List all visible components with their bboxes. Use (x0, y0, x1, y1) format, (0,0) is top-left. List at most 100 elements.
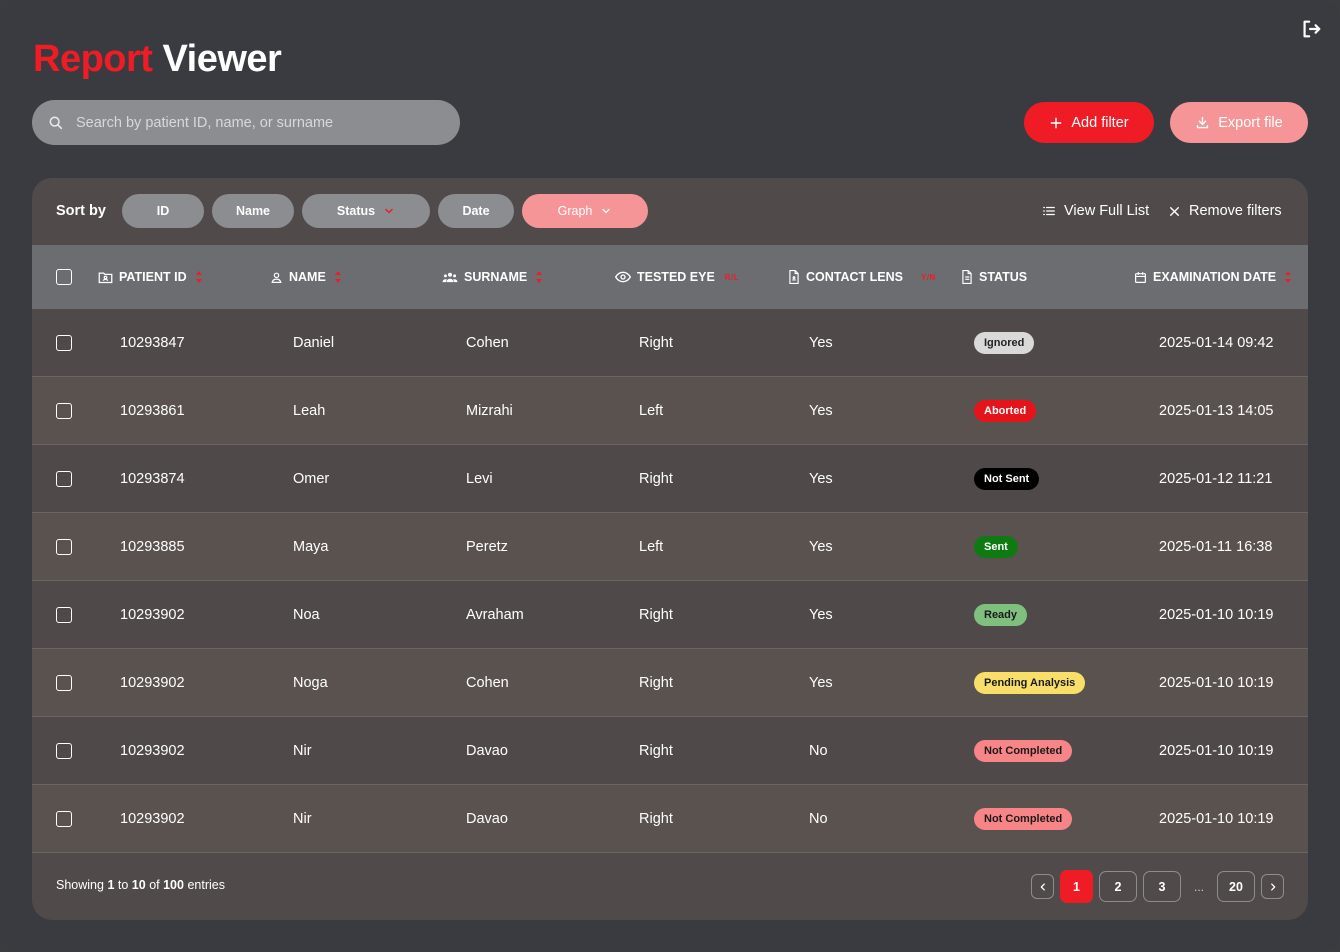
search-input[interactable] (76, 114, 436, 131)
cell-surname: Mizrahi (466, 403, 513, 419)
cell-status: Pending Analysis (974, 649, 1086, 717)
table-row[interactable]: 10293902 Noa Avraham Right Yes Ready 202… (32, 581, 1308, 649)
header-examination-date[interactable]: EXAMINATION DATE (1134, 245, 1292, 309)
cell-surname: Avraham (466, 607, 524, 623)
cell-name: Noga (293, 675, 328, 691)
table-row[interactable]: 10293861 Leah Mizrahi Left Yes Aborted 2… (32, 377, 1308, 445)
sort-chip-status[interactable]: Status (302, 194, 430, 228)
table-row[interactable]: 10293847 Daniel Cohen Right Yes Ignored … (32, 309, 1308, 377)
eye-icon (615, 271, 631, 283)
header-label: TESTED EYE (637, 270, 715, 284)
search-icon (49, 116, 63, 129)
remove-filters-label: Remove filters (1189, 203, 1282, 219)
cell-examination-date: 2025-01-10 10:19 (1159, 743, 1274, 759)
table-row[interactable]: 10293902 Nir Davao Right No Not Complete… (32, 717, 1308, 785)
cell-examination-date: 2025-01-13 14:05 (1159, 403, 1274, 419)
header-contact-lens[interactable]: CONTACT LENS Y/N (788, 245, 936, 309)
sort-chip-graph[interactable]: Graph (522, 194, 648, 228)
cell-tested-eye: Right (639, 471, 673, 487)
header-patient-id[interactable]: PATIENT ID (98, 245, 203, 309)
page-button-2[interactable]: 2 (1099, 871, 1137, 902)
header-label: STATUS (979, 270, 1028, 284)
sort-chip-id[interactable]: ID (122, 194, 204, 228)
table-footer: Showing 1 to 10 of 100 entries 1 2 3 ...… (32, 853, 1308, 920)
cell-patient-id: 10293874 (120, 471, 185, 487)
row-checkbox[interactable] (56, 539, 72, 555)
status-badge: Ready (974, 604, 1028, 626)
cell-surname: Cohen (466, 675, 509, 691)
table-row[interactable]: 10293902 Noga Cohen Right Yes Pending An… (32, 649, 1308, 717)
header-label: SURNAME (464, 270, 528, 284)
next-page-button[interactable] (1261, 874, 1284, 899)
cell-examination-date: 2025-01-11 16:38 (1159, 539, 1273, 555)
status-badge: Aborted (974, 400, 1037, 422)
table-body: 10293847 Daniel Cohen Right Yes Ignored … (32, 309, 1308, 853)
sort-arrows-icon[interactable] (195, 271, 203, 283)
cell-name: Noa (293, 607, 320, 623)
cell-patient-id: 10293902 (120, 675, 185, 691)
user-icon (271, 272, 282, 283)
status-badge: Sent (974, 536, 1018, 558)
view-full-list-label: View Full List (1064, 203, 1150, 219)
cell-contact-lens: Yes (809, 607, 833, 623)
cell-surname: Davao (466, 743, 508, 759)
prev-page-button[interactable] (1031, 874, 1054, 899)
add-filter-label: Add filter (1071, 114, 1129, 131)
cell-contact-lens: Yes (809, 539, 833, 555)
cell-tested-eye: Right (639, 811, 673, 827)
cell-examination-date: 2025-01-10 10:19 (1159, 811, 1274, 827)
sort-chip-name[interactable]: Name (212, 194, 294, 228)
row-checkbox[interactable] (56, 607, 72, 623)
row-checkbox[interactable] (56, 811, 72, 827)
sort-arrows-icon[interactable] (1284, 271, 1292, 283)
cell-tested-eye: Right (639, 675, 673, 691)
row-checkbox[interactable] (56, 471, 72, 487)
cell-patient-id: 10293902 (120, 607, 185, 623)
page-button-3[interactable]: 3 (1143, 871, 1181, 902)
cell-examination-date: 2025-01-10 10:19 (1159, 607, 1274, 623)
row-select-cell (56, 513, 72, 581)
chevron-down-icon (602, 208, 611, 214)
sort-arrows-icon[interactable] (535, 271, 543, 283)
view-full-list-link[interactable]: View Full List (1042, 203, 1149, 219)
cell-contact-lens: Yes (809, 675, 833, 691)
cell-patient-id: 10293902 (120, 811, 185, 827)
cell-name: Omer (293, 471, 330, 487)
table-row[interactable]: 10293885 Maya Peretz Left Yes Sent 2025-… (32, 513, 1308, 581)
page-button-last[interactable]: 20 (1217, 871, 1255, 902)
chevron-down-icon (385, 208, 393, 214)
table-row[interactable]: 10293874 Omer Levi Right Yes Not Sent 20… (32, 445, 1308, 513)
sort-chip-date[interactable]: Date (438, 194, 514, 228)
header-name[interactable]: NAME (270, 245, 342, 309)
logout-icon[interactable] (1300, 18, 1322, 40)
sort-chip-label: Graph (557, 204, 593, 218)
cell-tested-eye: Right (639, 743, 673, 759)
cell-patient-id: 10293902 (120, 743, 185, 759)
row-checkbox[interactable] (56, 675, 72, 691)
export-file-button[interactable]: Export file (1170, 102, 1308, 143)
sort-chip-label: Date (462, 204, 490, 218)
table-row[interactable]: 10293902 Nir Davao Right No Not Complete… (32, 785, 1308, 853)
cell-contact-lens: Yes (809, 403, 833, 419)
select-all-cell (56, 245, 72, 309)
add-filter-button[interactable]: Add filter (1024, 102, 1154, 143)
row-checkbox[interactable] (56, 743, 72, 759)
header-tested-eye[interactable]: TESTED EYE R/L (615, 245, 739, 309)
cell-tested-eye: Right (639, 335, 673, 351)
header-label: CONTACT LENS (806, 270, 903, 284)
cell-status: Ignored (974, 309, 1035, 377)
header-status[interactable]: STATUS (961, 245, 1027, 309)
row-checkbox[interactable] (56, 403, 72, 419)
cell-examination-date: 2025-01-10 10:19 (1159, 675, 1274, 691)
select-all-checkbox[interactable] (56, 269, 72, 285)
sort-arrows-icon[interactable] (334, 271, 342, 283)
cell-contact-lens: No (809, 743, 828, 759)
status-badge: Not Completed (974, 808, 1073, 830)
search-bar[interactable] (32, 100, 460, 145)
header-surname[interactable]: SURNAME (442, 245, 543, 309)
pagination-ellipsis: ... (1193, 879, 1204, 894)
page-button-1[interactable]: 1 (1060, 870, 1093, 903)
remove-filters-link[interactable]: Remove filters (1168, 203, 1282, 219)
sort-chip-label: ID (156, 204, 170, 218)
row-checkbox[interactable] (56, 335, 72, 351)
